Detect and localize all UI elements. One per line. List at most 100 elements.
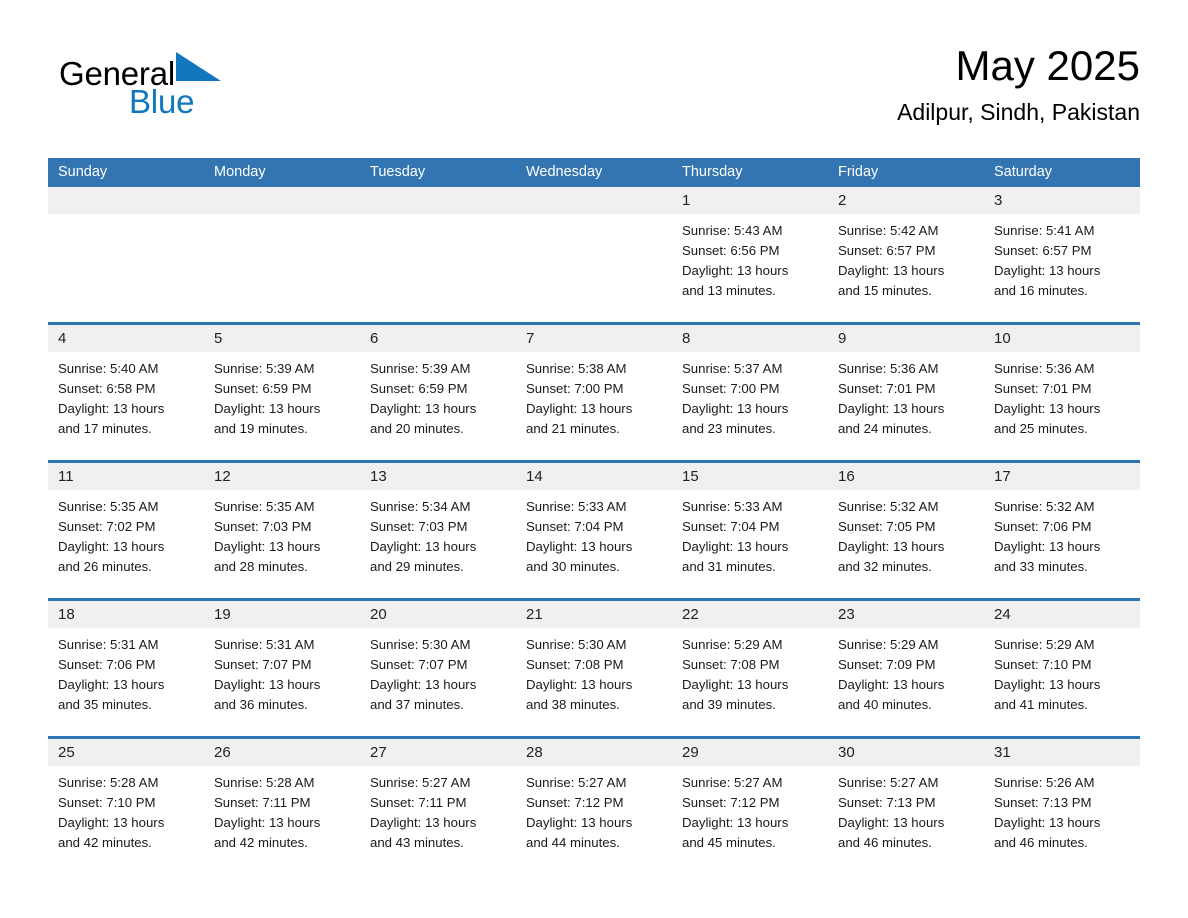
day-cell[interactable]: Sunrise: 5:26 AM Sunset: 7:13 PM Daylight:… bbox=[984, 766, 1140, 874]
day-number[interactable]: 18 bbox=[48, 601, 204, 628]
day-cell[interactable]: Sunrise: 5:31 AM Sunset: 7:06 PM Daylight:… bbox=[48, 628, 204, 736]
day-cell[interactable]: Sunrise: 5:36 AM Sunset: 7:01 PM Daylight:… bbox=[984, 352, 1140, 460]
daylight-text-line1: Daylight: 13 hours bbox=[214, 677, 321, 692]
sunset-text: Sunset: 6:58 PM bbox=[58, 381, 156, 396]
day-number-empty bbox=[48, 187, 204, 214]
day-cell[interactable]: Sunrise: 5:27 AM Sunset: 7:11 PM Daylight:… bbox=[360, 766, 516, 874]
daylight-text-line2: and 39 minutes. bbox=[682, 697, 776, 712]
day-cell[interactable]: Sunrise: 5:34 AM Sunset: 7:03 PM Daylight:… bbox=[360, 490, 516, 598]
day-cell[interactable]: Sunrise: 5:36 AM Sunset: 7:01 PM Daylight:… bbox=[828, 352, 984, 460]
day-cell[interactable]: Sunrise: 5:28 AM Sunset: 7:11 PM Daylight:… bbox=[204, 766, 360, 874]
day-number[interactable]: 10 bbox=[984, 325, 1140, 352]
sunset-text: Sunset: 6:59 PM bbox=[370, 381, 468, 396]
daylight-text-line1: Daylight: 13 hours bbox=[682, 401, 789, 416]
day-number[interactable]: 21 bbox=[516, 601, 672, 628]
day-cell[interactable]: Sunrise: 5:39 AM Sunset: 6:59 PM Daylight:… bbox=[204, 352, 360, 460]
week-row: 18 19 20 21 22 23 24 Sunrise: 5:31 AM Sunset: 7:… bbox=[48, 598, 1140, 736]
day-cell[interactable]: Sunrise: 5:29 AM Sunset: 7:09 PM Daylight:… bbox=[828, 628, 984, 736]
sunrise-text: Sunrise: 5:35 AM bbox=[58, 499, 159, 514]
day-number-band: 4 5 6 7 8 9 10 bbox=[48, 325, 1140, 352]
day-detail-band: Sunrise: 5:35 AM Sunset: 7:02 PM Daylight:… bbox=[48, 490, 1140, 598]
day-number[interactable]: 12 bbox=[204, 463, 360, 490]
day-cell[interactable]: Sunrise: 5:33 AM Sunset: 7:04 PM Daylight:… bbox=[516, 490, 672, 598]
sunrise-text: Sunrise: 5:28 AM bbox=[58, 775, 159, 790]
day-cell[interactable]: Sunrise: 5:33 AM Sunset: 7:04 PM Daylight:… bbox=[672, 490, 828, 598]
sunset-text: Sunset: 7:08 PM bbox=[682, 657, 780, 672]
daylight-text-line1: Daylight: 13 hours bbox=[58, 677, 165, 692]
day-cell[interactable]: Sunrise: 5:35 AM Sunset: 7:02 PM Daylight:… bbox=[48, 490, 204, 598]
sunrise-text: Sunrise: 5:26 AM bbox=[994, 775, 1095, 790]
day-number[interactable]: 16 bbox=[828, 463, 984, 490]
day-number[interactable]: 26 bbox=[204, 739, 360, 766]
daylight-text-line1: Daylight: 13 hours bbox=[682, 539, 789, 554]
sunrise-text: Sunrise: 5:41 AM bbox=[994, 223, 1095, 238]
day-cell[interactable]: Sunrise: 5:40 AM Sunset: 6:58 PM Daylight:… bbox=[48, 352, 204, 460]
day-cell[interactable]: Sunrise: 5:37 AM Sunset: 7:00 PM Daylight:… bbox=[672, 352, 828, 460]
weekday-header-saturday: Saturday bbox=[994, 164, 1053, 180]
sunrise-text: Sunrise: 5:36 AM bbox=[838, 361, 939, 376]
day-cell[interactable]: Sunrise: 5:43 AM Sunset: 6:56 PM Daylight:… bbox=[672, 214, 828, 322]
sunrise-text: Sunrise: 5:29 AM bbox=[682, 637, 783, 652]
day-number[interactable]: 27 bbox=[360, 739, 516, 766]
day-number-empty bbox=[360, 187, 516, 214]
day-number[interactable]: 31 bbox=[984, 739, 1140, 766]
daylight-text-line2: and 17 minutes. bbox=[58, 421, 152, 436]
day-number[interactable]: 28 bbox=[516, 739, 672, 766]
day-number[interactable]: 9 bbox=[828, 325, 984, 352]
day-cell[interactable]: Sunrise: 5:29 AM Sunset: 7:10 PM Daylight:… bbox=[984, 628, 1140, 736]
day-number[interactable]: 14 bbox=[516, 463, 672, 490]
day-cell[interactable]: Sunrise: 5:27 AM Sunset: 7:13 PM Daylight:… bbox=[828, 766, 984, 874]
day-cell[interactable]: Sunrise: 5:39 AM Sunset: 6:59 PM Daylight:… bbox=[360, 352, 516, 460]
day-cell[interactable]: Sunrise: 5:27 AM Sunset: 7:12 PM Daylight:… bbox=[672, 766, 828, 874]
day-cell[interactable]: Sunrise: 5:41 AM Sunset: 6:57 PM Daylight:… bbox=[984, 214, 1140, 322]
day-cell[interactable]: Sunrise: 5:38 AM Sunset: 7:00 PM Daylight:… bbox=[516, 352, 672, 460]
day-number[interactable]: 11 bbox=[48, 463, 204, 490]
day-number[interactable]: 6 bbox=[360, 325, 516, 352]
daylight-text-line1: Daylight: 13 hours bbox=[994, 263, 1101, 278]
day-number[interactable]: 4 bbox=[48, 325, 204, 352]
day-number-band: 18 19 20 21 22 23 24 bbox=[48, 601, 1140, 628]
week-row: 4 5 6 7 8 9 10 Sunrise: 5:40 AM Sunset: 6:58 PM D… bbox=[48, 322, 1140, 460]
sunset-text: Sunset: 6:59 PM bbox=[214, 381, 312, 396]
daylight-text-line2: and 42 minutes. bbox=[58, 835, 152, 850]
weekday-header-sunday: Sunday bbox=[58, 164, 108, 180]
day-number[interactable]: 29 bbox=[672, 739, 828, 766]
day-number[interactable]: 19 bbox=[204, 601, 360, 628]
day-cell[interactable]: Sunrise: 5:30 AM Sunset: 7:07 PM Daylight:… bbox=[360, 628, 516, 736]
general-blue-logo[interactable]: General Blue bbox=[59, 52, 259, 124]
daylight-text-line2: and 40 minutes. bbox=[838, 697, 932, 712]
sunrise-text: Sunrise: 5:31 AM bbox=[58, 637, 159, 652]
day-number[interactable]: 25 bbox=[48, 739, 204, 766]
week-row: 11 12 13 14 15 16 17 Sunrise: 5:35 AM Sunset: 7:… bbox=[48, 460, 1140, 598]
day-cell[interactable]: Sunrise: 5:30 AM Sunset: 7:08 PM Daylight:… bbox=[516, 628, 672, 736]
day-number[interactable]: 30 bbox=[828, 739, 984, 766]
day-cell[interactable]: Sunrise: 5:35 AM Sunset: 7:03 PM Daylight:… bbox=[204, 490, 360, 598]
day-number[interactable]: 22 bbox=[672, 601, 828, 628]
day-number[interactable]: 13 bbox=[360, 463, 516, 490]
day-number[interactable]: 23 bbox=[828, 601, 984, 628]
day-number[interactable]: 8 bbox=[672, 325, 828, 352]
day-cell[interactable]: Sunrise: 5:28 AM Sunset: 7:10 PM Daylight:… bbox=[48, 766, 204, 874]
day-cell[interactable]: Sunrise: 5:27 AM Sunset: 7:12 PM Daylight:… bbox=[516, 766, 672, 874]
day-cell[interactable]: Sunrise: 5:42 AM Sunset: 6:57 PM Daylight:… bbox=[828, 214, 984, 322]
day-cell[interactable]: Sunrise: 5:32 AM Sunset: 7:05 PM Daylight:… bbox=[828, 490, 984, 598]
weekday-header-row: Sunday Monday Tuesday Wednesday Thursday Frid… bbox=[48, 158, 1140, 187]
day-number[interactable]: 24 bbox=[984, 601, 1140, 628]
day-number[interactable]: 17 bbox=[984, 463, 1140, 490]
daylight-text-line1: Daylight: 13 hours bbox=[682, 677, 789, 692]
day-number[interactable]: 2 bbox=[828, 187, 984, 214]
daylight-text-line1: Daylight: 13 hours bbox=[838, 401, 945, 416]
day-number[interactable]: 3 bbox=[984, 187, 1140, 214]
day-number[interactable]: 15 bbox=[672, 463, 828, 490]
sunrise-text: Sunrise: 5:27 AM bbox=[370, 775, 471, 790]
day-cell-empty bbox=[48, 214, 204, 322]
daylight-text-line2: and 24 minutes. bbox=[838, 421, 932, 436]
day-number[interactable]: 1 bbox=[672, 187, 828, 214]
weekday-header-thursday: Thursday bbox=[682, 164, 743, 180]
day-cell[interactable]: Sunrise: 5:31 AM Sunset: 7:07 PM Daylight:… bbox=[204, 628, 360, 736]
day-cell[interactable]: Sunrise: 5:32 AM Sunset: 7:06 PM Daylight:… bbox=[984, 490, 1140, 598]
day-number[interactable]: 7 bbox=[516, 325, 672, 352]
day-number[interactable]: 20 bbox=[360, 601, 516, 628]
day-cell[interactable]: Sunrise: 5:29 AM Sunset: 7:08 PM Daylight:… bbox=[672, 628, 828, 736]
day-number[interactable]: 5 bbox=[204, 325, 360, 352]
